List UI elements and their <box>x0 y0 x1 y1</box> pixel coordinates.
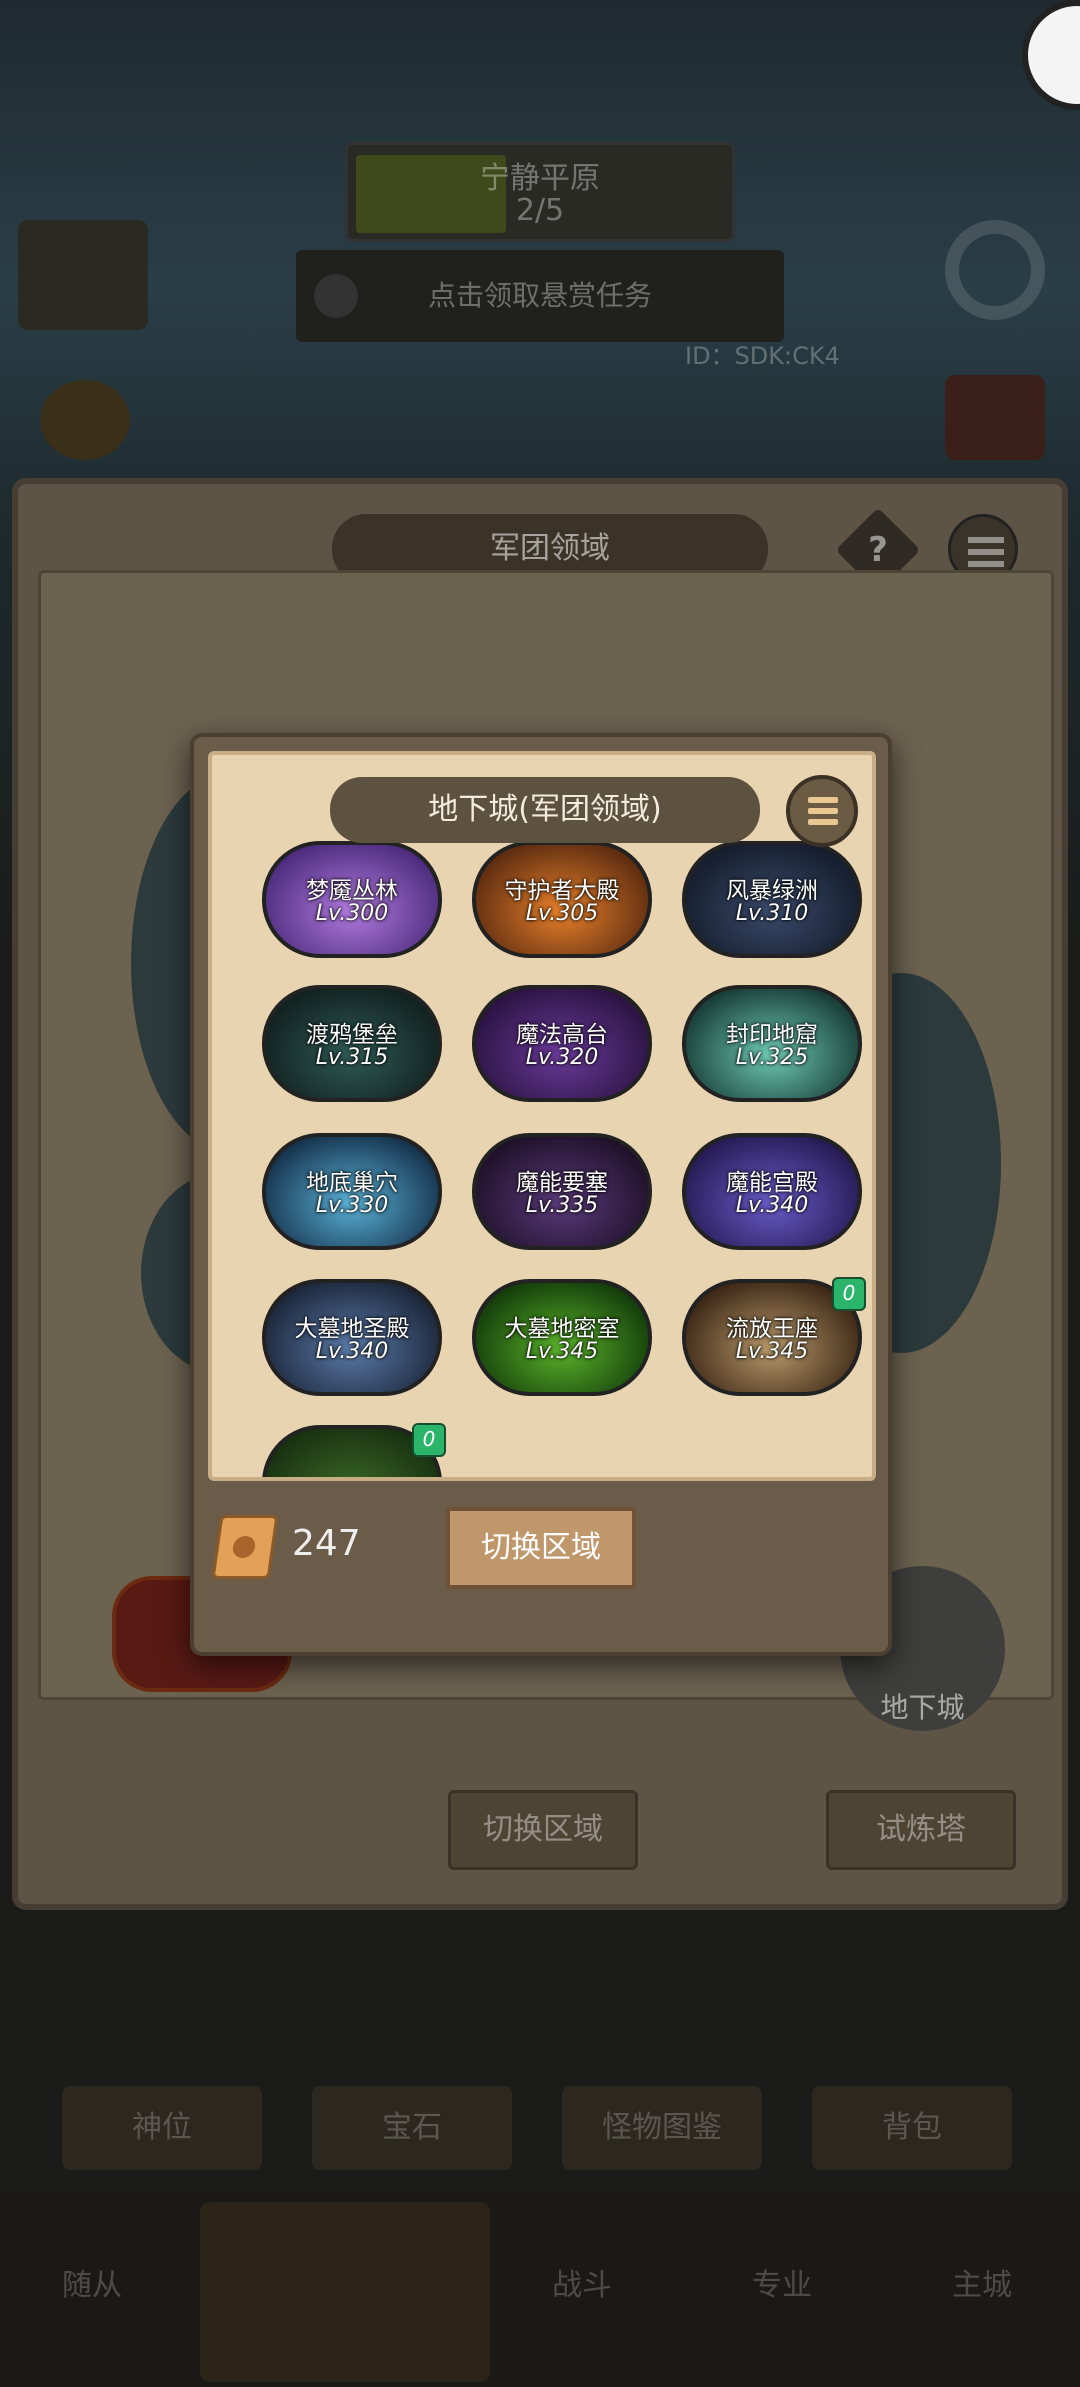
dungeon-name: 魔能要塞 <box>516 1170 608 1196</box>
switch-area-button-bg[interactable]: 切换区域 <box>448 1790 638 1870</box>
scroll-icon <box>211 1515 279 1579</box>
dungeon-card[interactable]: 风暴绿洲 Lv.310 <box>682 841 862 958</box>
dungeon-level: Lv.320 <box>525 1045 599 1070</box>
dungeon-name: 魔法高台 <box>516 1022 608 1048</box>
dungeon-level: Lv.345 <box>735 1339 809 1364</box>
dungeon-modal: 梦魇丛林 Lv.300 守护者大殿 Lv.305 风暴绿洲 Lv.310 渡鸦堡垒 Lv.31… <box>190 733 892 1656</box>
bottom-feature-row: 神位 宝石 怪物图鉴 背包 <box>0 2086 1080 2186</box>
dungeon-name: 地底巢穴 <box>306 1170 398 1196</box>
dungeon-card[interactable]: 守护者大殿 Lv.305 <box>472 841 652 958</box>
dungeon-list-panel: 梦魇丛林 Lv.300 守护者大殿 Lv.305 风暴绿洲 Lv.310 渡鸦堡垒 Lv.31… <box>208 751 876 1481</box>
nav-battle[interactable]: 战斗 <box>552 2260 612 2304</box>
modal-title: 地下城(军团领域) <box>330 777 760 843</box>
coin-icon[interactable] <box>40 380 130 460</box>
nav-followers[interactable]: 随从 <box>62 2260 122 2304</box>
dungeon-name: 大墓地圣殿 <box>294 1316 410 1342</box>
settings-gear-icon[interactable] <box>945 220 1045 320</box>
dungeon-level: Lv.340 <box>735 1193 809 1218</box>
modal-menu-button[interactable] <box>786 775 858 847</box>
dungeon-level: Lv.325 <box>735 1045 809 1070</box>
dungeon-grid: 梦魇丛林 Lv.300 守护者大殿 Lv.305 风暴绿洲 Lv.310 渡鸦堡垒 Lv.31… <box>212 755 872 1477</box>
tab-monster-codex[interactable]: 怪物图鉴 <box>562 2086 762 2170</box>
dungeon-name: 封印地窟 <box>726 1022 818 1048</box>
dungeon-name: 魔能宫殿 <box>726 1170 818 1196</box>
dungeon-level: Lv.300 <box>315 901 389 926</box>
dungeon-level: Lv.315 <box>315 1045 389 1070</box>
hamburger-icon <box>808 797 838 803</box>
dungeon-name: 守护者大殿 <box>504 878 620 904</box>
dungeon-card[interactable]: 魔法高台 Lv.320 <box>472 985 652 1102</box>
bottom-navigation: 随从 战斗 专业 主城 <box>0 2190 1080 2387</box>
dungeon-card[interactable]: 地底巢穴 Lv.330 <box>262 1133 442 1250</box>
trial-tower-button[interactable]: 试炼塔 <box>826 1790 1016 1870</box>
stage-name: 宁静平原 <box>480 161 600 196</box>
switch-area-button[interactable]: 切换区域 <box>446 1507 636 1589</box>
dungeon-card[interactable]: 魔能宫殿 Lv.340 <box>682 1133 862 1250</box>
dungeon-level: Lv.330 <box>315 1193 389 1218</box>
nav-main-city[interactable]: 主城 <box>952 2260 1012 2304</box>
dungeon-entry-label: 地下城 <box>880 1691 965 1724</box>
hamburger-icon <box>808 808 838 814</box>
tab-divine[interactable]: 神位 <box>62 2086 262 2170</box>
dungeon-level: Lv.305 <box>525 901 599 926</box>
dungeon-level: Lv.345 <box>525 1339 599 1364</box>
dungeon-card[interactable]: 梦魇丛林 Lv.300 <box>262 841 442 958</box>
stage-progress: 2/5 <box>515 193 565 228</box>
nav-profession[interactable]: 专业 <box>752 2260 812 2304</box>
dungeon-card[interactable]: 大墓地圣殿 Lv.340 <box>262 1279 442 1396</box>
tab-bag[interactable]: 背包 <box>812 2086 1012 2170</box>
dungeon-badge: 0 <box>832 1277 866 1311</box>
app-logo-icon <box>1022 0 1080 110</box>
dungeon-name: 流放王座 <box>726 1316 818 1342</box>
menu-line <box>968 537 1004 543</box>
quest-book-icon[interactable] <box>18 220 148 330</box>
hamburger-icon <box>808 819 838 825</box>
dungeon-badge: 0 <box>412 1423 446 1457</box>
bounty-task-button[interactable]: 点击领取悬赏任务 <box>296 250 784 342</box>
dungeon-card[interactable]: 魔能要塞 Lv.335 <box>472 1133 652 1250</box>
dungeon-name: 风暴绿洲 <box>726 878 818 904</box>
dungeon-name: 大墓地密室 <box>504 1316 620 1342</box>
dungeon-level: Lv.310 <box>735 901 809 926</box>
spellbook-icon[interactable] <box>945 375 1045 460</box>
dungeon-card[interactable]: 大墓地密室 Lv.345 <box>472 1279 652 1396</box>
dungeon-name: 梦魇丛林 <box>306 878 398 904</box>
menu-line <box>968 549 1004 555</box>
dungeon-card[interactable]: 封印地窟 Lv.325 <box>682 985 862 1102</box>
tab-gem[interactable]: 宝石 <box>312 2086 512 2170</box>
dungeon-card[interactable]: 渡鸦堡垒 Lv.315 <box>262 985 442 1102</box>
dungeon-level: Lv.340 <box>315 1339 389 1364</box>
dungeon-level: Lv.335 <box>525 1193 599 1218</box>
bounty-icon <box>314 274 358 318</box>
bounty-label: 点击领取悬赏任务 <box>427 279 652 312</box>
nav-character-portrait[interactable] <box>200 2202 490 2382</box>
stage-progress-bar[interactable]: 宁静平原 2/5 <box>345 142 735 242</box>
scroll-count: 247 <box>292 1523 361 1564</box>
menu-line <box>968 561 1004 567</box>
dungeon-name: 渡鸦堡垒 <box>306 1022 398 1048</box>
